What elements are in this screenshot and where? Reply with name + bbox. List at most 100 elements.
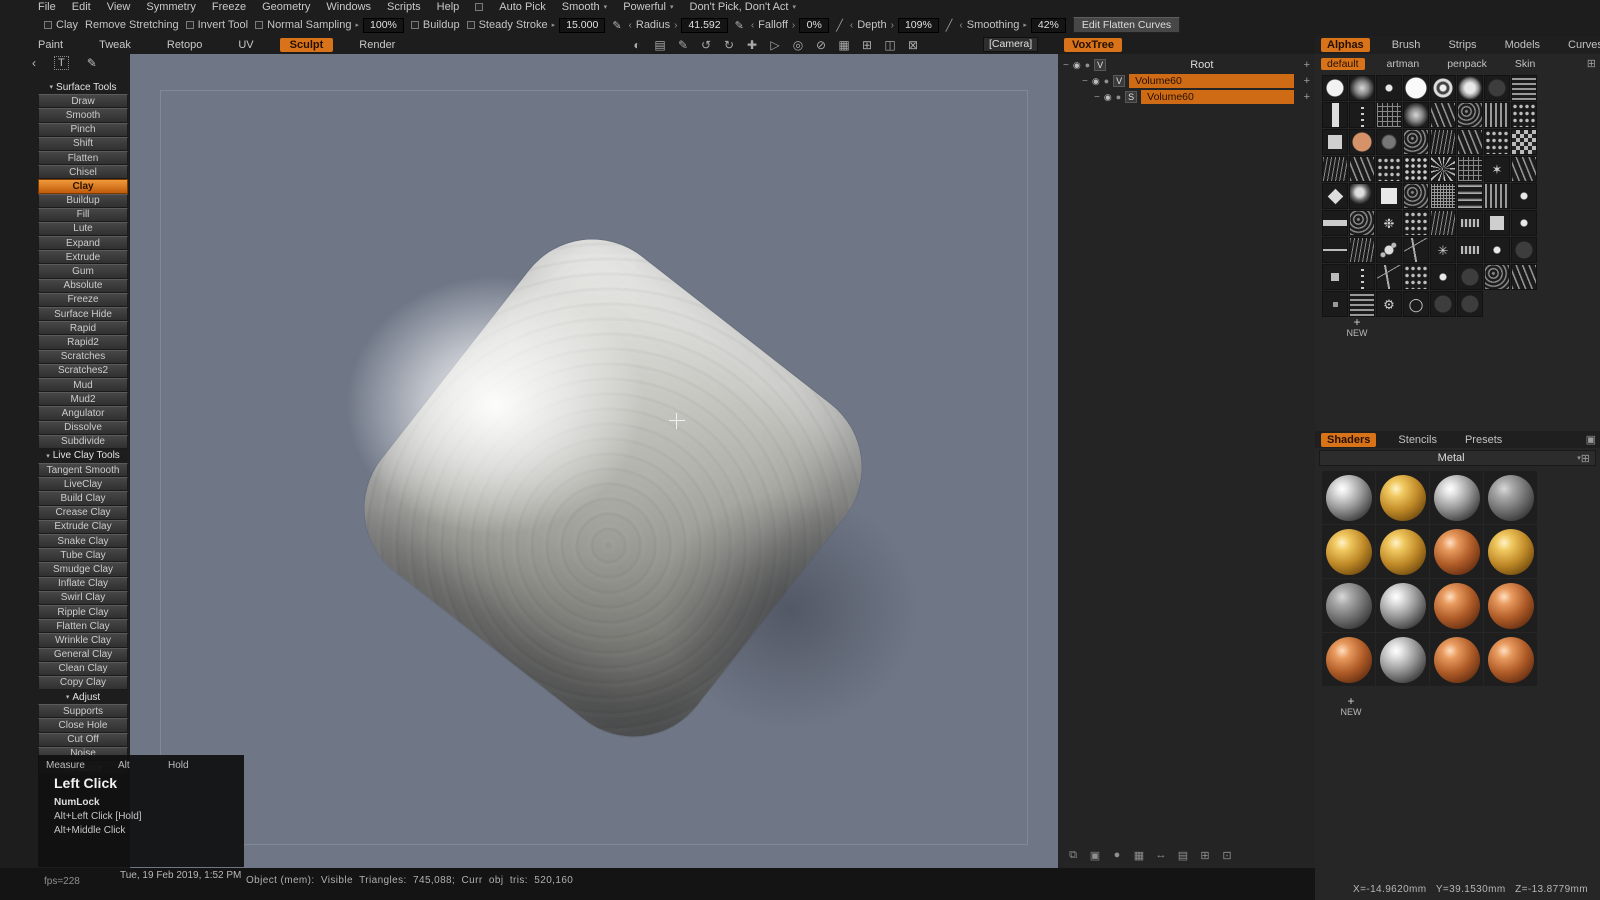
pick-mode-dropdown[interactable]: Don't Pick, Don't Act ▾	[690, 1, 796, 13]
visibility-icon[interactable]: ◉	[1073, 60, 1081, 71]
alpha-thumbnail[interactable]	[1376, 237, 1402, 263]
auto-pick-label[interactable]: Auto Pick	[499, 1, 545, 13]
smoothing-curve-icon[interactable]: ╱	[946, 19, 953, 32]
alpha-thumbnail[interactable]	[1511, 183, 1537, 209]
alpha-thumbnail[interactable]	[1349, 75, 1375, 101]
play-icon[interactable]: ▷	[768, 38, 782, 52]
alpha-thumbnail[interactable]	[1322, 75, 1348, 101]
alpha-thumbnail[interactable]	[1430, 264, 1456, 290]
falloff-label[interactable]: Falloff	[758, 19, 788, 31]
new-alpha-button[interactable]: + NEW	[1343, 316, 1371, 338]
section-live-clay-tools[interactable]: ▾ Live Clay Tools	[38, 449, 128, 463]
normal-sampling-value[interactable]: 100%	[363, 17, 404, 33]
shader-thumbnail[interactable]	[1430, 633, 1483, 686]
smoothing-value[interactable]: 42%	[1030, 17, 1066, 33]
radius-label[interactable]: Radius	[636, 19, 670, 31]
visibility-icon[interactable]: ◉	[1092, 76, 1100, 87]
tool-button[interactable]: Wrinkle Clay	[38, 633, 128, 648]
menu-item[interactable]: View	[107, 1, 131, 13]
menu-item[interactable]: Windows	[326, 1, 371, 13]
alpha-thumbnail[interactable]	[1376, 75, 1402, 101]
subtab-default[interactable]: default	[1321, 57, 1365, 70]
tool-button[interactable]: Tube Clay	[38, 548, 128, 563]
steady-stroke-value[interactable]: 15.000	[559, 17, 606, 33]
alpha-thumbnail[interactable]	[1457, 102, 1483, 128]
clay-option-label[interactable]: Clay	[56, 19, 78, 31]
tool-button[interactable]: Smooth	[38, 108, 128, 123]
alpha-thumbnail[interactable]	[1403, 210, 1429, 236]
subtab-penpack[interactable]: penpack	[1441, 58, 1493, 70]
alpha-thumbnail[interactable]	[1376, 102, 1402, 128]
voxelize-icon[interactable]: ▦	[1132, 849, 1146, 862]
shader-thumbnail[interactable]	[1322, 579, 1375, 632]
shader-thumbnail[interactable]	[1430, 579, 1483, 632]
alpha-thumbnail[interactable]	[1376, 264, 1402, 290]
tab-retopo[interactable]: Retopo	[157, 38, 212, 52]
tool-button[interactable]: Mud	[38, 377, 128, 393]
normal-sampling-checkbox[interactable]	[255, 21, 264, 29]
depth-label[interactable]: Depth	[857, 19, 886, 31]
shader-thumbnail[interactable]	[1322, 525, 1375, 578]
shader-thumbnail[interactable]	[1322, 633, 1375, 686]
alpha-thumbnail[interactable]	[1430, 210, 1456, 236]
alpha-thumbnail[interactable]	[1403, 102, 1429, 128]
section-adjust[interactable]: ▾ Adjust	[38, 690, 128, 704]
backface-culling-icon[interactable]: ⊘	[814, 38, 828, 52]
menu-item[interactable]: Symmetry	[146, 1, 196, 13]
alpha-thumbnail[interactable]	[1403, 75, 1429, 101]
alpha-thumbnail[interactable]	[1484, 264, 1510, 290]
alpha-thumbnail[interactable]	[1511, 102, 1537, 128]
alpha-thumbnail[interactable]	[1349, 183, 1375, 209]
tool-button[interactable]: Ripple Clay	[38, 604, 128, 620]
tool-button[interactable]: Snake Clay	[38, 534, 128, 549]
root-volume-name[interactable]: Root	[1110, 59, 1293, 71]
decrease-falloff-icon[interactable]: ‹	[751, 20, 754, 31]
menu-item[interactable]: Freeze	[212, 1, 246, 13]
duplicate-volume-icon[interactable]: ⧉	[1066, 849, 1080, 862]
tab-brush[interactable]: Brush	[1386, 38, 1427, 52]
steady-stroke-label[interactable]: Steady Stroke	[479, 19, 548, 31]
tool-button[interactable]: Chisel	[38, 165, 128, 180]
alpha-thumbnail[interactable]	[1511, 75, 1537, 101]
alpha-thumbnail[interactable]	[1322, 291, 1348, 317]
alpha-thumbnail[interactable]	[1349, 210, 1375, 236]
expand-icon[interactable]: ▸	[356, 21, 360, 29]
environment-panel-icon[interactable]: ▤	[653, 38, 667, 52]
alpha-thumbnail[interactable]	[1349, 237, 1375, 263]
alpha-thumbnail[interactable]	[1484, 237, 1510, 263]
alpha-thumbnail[interactable]	[1403, 156, 1429, 182]
tool-button[interactable]: Tangent Smooth	[38, 463, 128, 478]
tab-alphas[interactable]: Alphas	[1321, 38, 1370, 52]
alpha-thumbnail[interactable]	[1349, 291, 1375, 317]
auto-pick-checkbox[interactable]	[475, 3, 484, 11]
smoothing-label[interactable]: Smoothing	[967, 19, 1020, 31]
shader-thumbnail[interactable]	[1322, 471, 1375, 524]
tab-models[interactable]: Models	[1499, 38, 1546, 52]
menu-item[interactable]: Help	[437, 1, 460, 13]
add-child-icon[interactable]: +	[1298, 59, 1310, 71]
volume-name[interactable]: Volume60	[1129, 74, 1294, 88]
bake-icon[interactable]: ▣	[1088, 849, 1102, 862]
pen-pressure-radius-icon[interactable]: ✎	[612, 19, 621, 32]
alpha-thumbnail[interactable]	[1511, 264, 1537, 290]
shader-thumbnail[interactable]	[1430, 471, 1483, 524]
tool-button[interactable]: Copy Clay	[38, 675, 128, 691]
voxtree-root-row[interactable]: − ◉ ● V Root +	[1058, 57, 1315, 73]
swap-icon[interactable]: ↔	[1154, 849, 1168, 862]
edit-flatten-curves-button[interactable]: Edit Flatten Curves	[1072, 17, 1181, 33]
tool-button[interactable]: Surface Hide	[38, 307, 128, 322]
alpha-thumbnail[interactable]	[1484, 75, 1510, 101]
alpha-thumbnail[interactable]	[1322, 156, 1348, 182]
alpha-thumbnail[interactable]: ◯	[1403, 291, 1429, 317]
tool-button[interactable]: Supports	[38, 704, 128, 719]
shader-thumbnail[interactable]	[1484, 633, 1537, 686]
voxtree-volume-row[interactable]: − ◉ ● V Volume60 +	[1058, 73, 1315, 89]
voxtree-volume-row[interactable]: − ◉ ● S Volume60 +	[1058, 89, 1315, 105]
powerful-mode-dropdown[interactable]: Powerful ▾	[623, 1, 673, 13]
alpha-thumbnail[interactable]	[1457, 210, 1483, 236]
tool-button[interactable]: General Clay	[38, 647, 128, 662]
alpha-thumbnail[interactable]	[1457, 264, 1483, 290]
tool-button[interactable]: Clean Clay	[38, 661, 128, 676]
alpha-thumbnail[interactable]	[1403, 264, 1429, 290]
tool-button[interactable]: Cut Off	[38, 732, 128, 747]
